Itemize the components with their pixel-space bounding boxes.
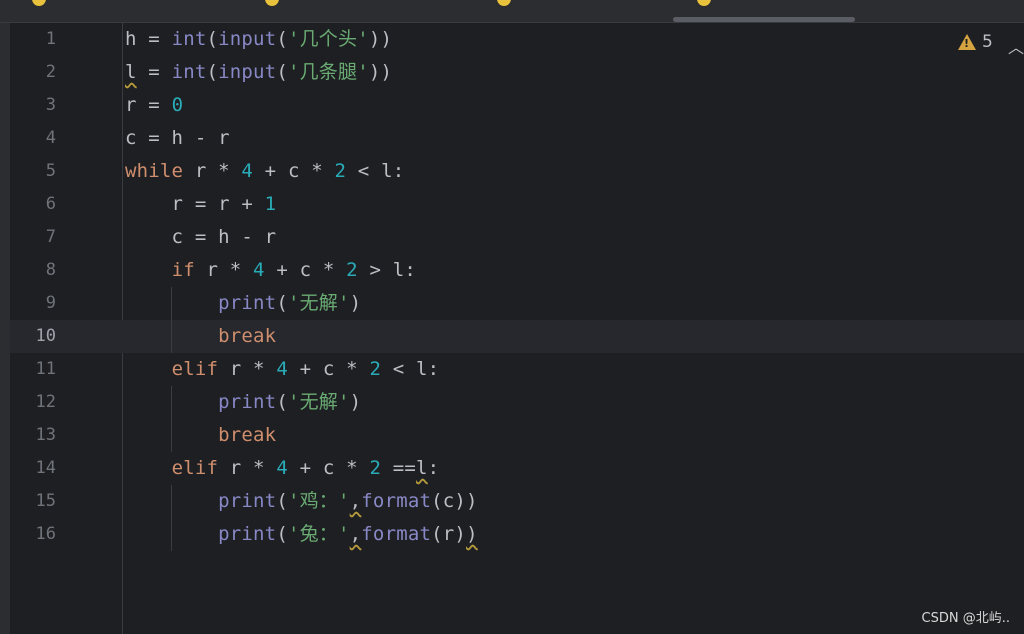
line-number[interactable]: 12 [10,386,56,419]
code-line-11[interactable]: elif r * 4 + c * 2 < l: [125,353,440,386]
line-number[interactable]: 15 [10,485,56,518]
line-number[interactable]: 14 [10,452,56,485]
code-line-16[interactable]: print('兔：',format(r)) [125,518,478,551]
watermark: CSDN @北屿.. [921,611,1010,626]
inspection-widget[interactable]: ! 5 [958,31,993,53]
line-number[interactable]: 6 [10,188,56,221]
code-line-15[interactable]: print('鸡：',format(c)) [125,485,478,518]
code-line-7[interactable]: c = h - r [125,221,277,254]
warning-count: 5 [982,32,993,52]
line-number[interactable]: 2 [10,56,56,89]
code-line-5[interactable]: while r * 4 + c * 2 < l: [125,155,404,188]
code-line-14[interactable]: elif r * 4 + c * 2 ==l: [125,452,440,485]
line-number[interactable]: 4 [10,122,56,155]
tab-scrollbar[interactable] [673,17,855,22]
chevron-up-icon[interactable]: ︿ [1008,34,1024,58]
code-line-13[interactable]: break [125,419,276,452]
code-line-8[interactable]: if r * 4 + c * 2 > l: [125,254,416,287]
line-number[interactable]: 7 [10,221,56,254]
warning-icon: ! [958,34,976,50]
line-number-current[interactable]: 10 [10,320,56,353]
line-number[interactable]: 16 [10,518,56,551]
code-line-2[interactable]: l = int(input('几条腿')) [125,56,392,89]
line-number[interactable]: 3 [10,89,56,122]
code-line-4[interactable]: c = h - r [125,122,230,155]
code-line-6[interactable]: r = r + 1 [125,188,277,221]
line-number[interactable]: 5 [10,155,56,188]
editor-tab-bar [0,0,1024,23]
line-number[interactable]: 9 [10,287,56,320]
line-number[interactable]: 13 [10,419,56,452]
line-number[interactable]: 1 [10,23,56,56]
code-line-12[interactable]: print('无解') [125,386,361,419]
code-line-9[interactable]: print('无解') [125,287,361,320]
code-line-1[interactable]: h = int(input('几个头')) [125,23,392,56]
code-line-3[interactable]: r = 0 [125,89,183,122]
code-line-10[interactable]: break [125,320,276,353]
line-number[interactable]: 11 [10,353,56,386]
tool-window-strip [0,23,10,634]
line-number[interactable]: 8 [10,254,56,287]
